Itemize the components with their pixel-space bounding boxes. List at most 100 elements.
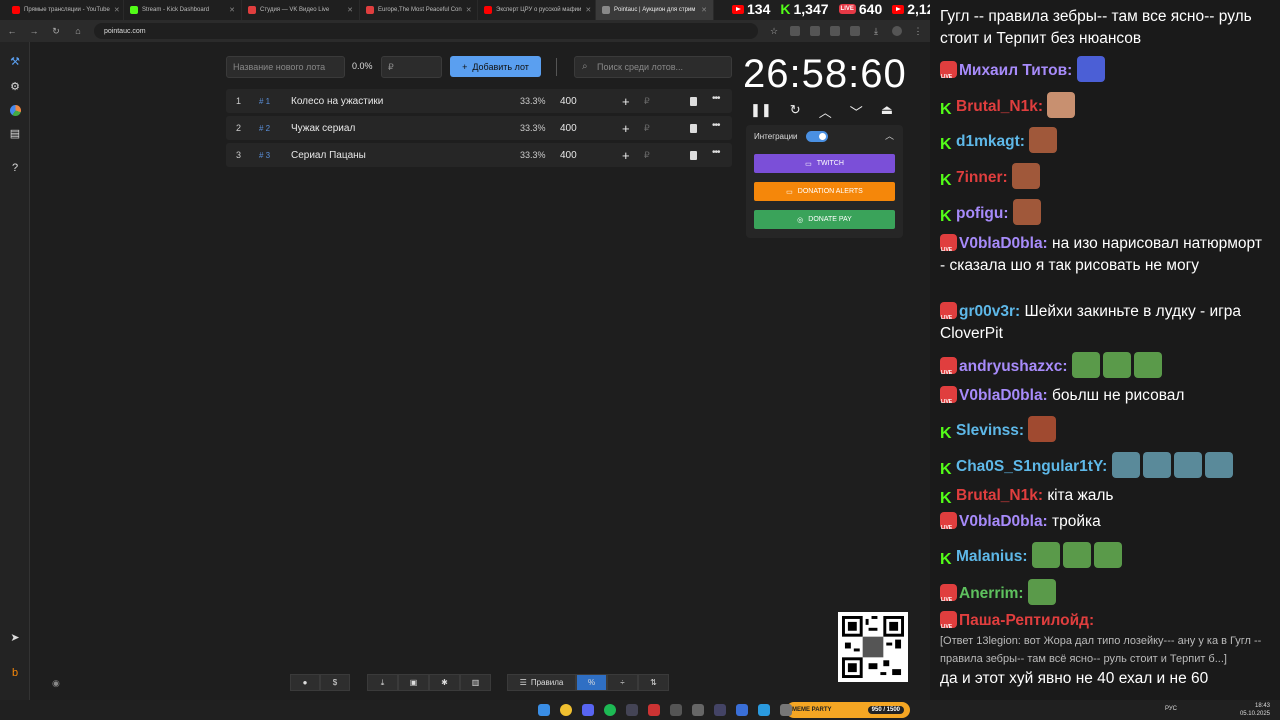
add-amount-button[interactable]: + — [622, 121, 630, 136]
bug-icon[interactable]: ✱ — [429, 674, 460, 691]
chat-message: K Brutal_N1k: кіта жаль — [940, 485, 1270, 507]
home-icon[interactable]: ⌂ — [72, 26, 84, 36]
start-icon[interactable] — [538, 704, 550, 716]
chevron-up-icon[interactable]: ︿ — [819, 102, 832, 121]
kick-icon: K — [940, 551, 952, 568]
delete-all-icon[interactable]: ▥ — [460, 674, 491, 691]
app-icon[interactable] — [736, 704, 748, 716]
chevron-down-icon[interactable]: ﹀ — [850, 102, 863, 121]
reload-icon[interactable]: ↻ — [50, 26, 62, 37]
close-icon[interactable]: ✕ — [585, 6, 591, 14]
more-icon[interactable]: ••• — [712, 120, 720, 131]
back-icon[interactable]: ← — [6, 26, 18, 36]
vk-viewers: LIVE 640 — [838, 1, 882, 17]
more-icon[interactable]: ••• — [712, 147, 720, 158]
twitch-button[interactable]: ▭ TWITCH — [754, 154, 895, 173]
trash-icon[interactable] — [690, 150, 697, 160]
download-icon[interactable]: ⤓ — [870, 26, 882, 37]
close-icon[interactable]: ✕ — [466, 6, 472, 14]
meme-party-label: MEME PARTY — [792, 707, 832, 713]
add-amount-button[interactable]: + — [622, 148, 630, 163]
divide-icon[interactable]: ÷ — [607, 674, 638, 691]
app-icon[interactable] — [670, 704, 682, 716]
discord-icon[interactable] — [582, 704, 594, 716]
save-icon[interactable]: ▣ — [398, 674, 429, 691]
telegram-icon[interactable] — [758, 704, 770, 716]
tab-europe[interactable]: Europe,The Most Peaceful Con ✕ — [360, 0, 478, 20]
pause-icon[interactable]: ❚❚ — [750, 102, 772, 121]
pie-chart-icon[interactable] — [8, 103, 22, 117]
menu-icon[interactable]: ⋮ — [912, 26, 924, 37]
sort-icon[interactable]: ⇅ — [638, 674, 669, 691]
app-icon[interactable] — [714, 704, 726, 716]
tab-kick[interactable]: Stream - Kick Dashboard ✕ — [124, 0, 242, 20]
profile-icon[interactable] — [892, 26, 902, 36]
extension-icon[interactable] — [790, 26, 800, 36]
trash-icon[interactable] — [690, 123, 697, 133]
rules-button[interactable]: ☰ Правила — [507, 674, 576, 691]
lot-name[interactable]: Сериал Пацаны — [291, 150, 366, 161]
lot-amount[interactable]: 400 — [560, 96, 577, 107]
ruble-icon[interactable]: ₽ — [644, 150, 650, 161]
app-icon[interactable] — [692, 704, 704, 716]
lot-name[interactable]: Колесо на ужастики — [291, 96, 383, 107]
tab-label: Pointauc | Аукцион для стрим — [614, 7, 696, 13]
tab-cia-expert[interactable]: Эксперт ЦРУ о русской мафии ✕ — [478, 0, 596, 20]
lot-row[interactable]: 1 # 1 Колесо на ужастики 33.3% 400 + ₽ •… — [226, 89, 732, 113]
lot-row[interactable]: 3 # 3 Сериал Пацаны 33.3% 400 + ₽ ••• — [226, 143, 732, 167]
chrome-icon[interactable] — [560, 704, 572, 716]
download-icon[interactable]: ⤓ — [367, 674, 398, 691]
clock[interactable]: 18:43 05.10.2025 — [1240, 702, 1270, 718]
boosty-icon[interactable]: b — [8, 666, 22, 680]
reset-icon[interactable]: ↻ — [790, 102, 801, 121]
extension-icon[interactable] — [850, 26, 860, 36]
spotify-icon[interactable] — [604, 704, 616, 716]
ruble-icon[interactable]: ₽ — [644, 96, 650, 107]
steam-icon[interactable] — [626, 704, 638, 716]
tab-pointauc[interactable]: Pointauc | Аукцион для стрим ✕ — [596, 0, 714, 20]
donate-icon[interactable]: $ — [320, 674, 350, 691]
close-icon[interactable]: ✕ — [229, 6, 235, 14]
more-icon[interactable]: ••• — [712, 93, 720, 104]
close-icon[interactable]: ✕ — [347, 6, 353, 14]
donation-alerts-button[interactable]: ▭ DONATION ALERTS — [754, 182, 895, 201]
github-icon[interactable]: ● — [290, 674, 320, 691]
help-icon[interactable]: ? — [8, 161, 22, 175]
eject-icon[interactable]: ⏏ — [881, 102, 893, 121]
hammer-icon[interactable]: ⚒ — [8, 54, 22, 68]
new-lot-input[interactable]: Название нового лота — [226, 56, 345, 78]
emote-icon — [1027, 579, 1056, 605]
percent-button[interactable]: % — [576, 674, 607, 691]
language-indicator[interactable]: РУС — [1165, 706, 1177, 712]
add-amount-button[interactable]: + — [622, 94, 630, 109]
app-icon[interactable] — [648, 704, 660, 716]
trash-icon[interactable] — [690, 96, 697, 106]
donate-pay-button[interactable]: ◎ DONATE PAY — [754, 210, 895, 229]
extension-icon[interactable] — [810, 26, 820, 36]
extension-icon[interactable] — [830, 26, 840, 36]
gear-icon[interactable]: ⚙ — [8, 79, 22, 93]
url-field[interactable]: pointauc.com — [94, 23, 758, 39]
telegram-icon[interactable]: ➤ — [8, 630, 22, 644]
close-icon[interactable]: ✕ — [114, 6, 120, 14]
close-icon[interactable]: ✕ — [701, 6, 707, 14]
chevron-up-icon[interactable]: ︿ — [885, 129, 894, 142]
app-icon[interactable] — [780, 704, 792, 716]
amount-input[interactable]: ₽ — [381, 56, 442, 78]
lot-row[interactable]: 2 # 2 Чужак сериал 33.3% 400 + ₽ ••• — [226, 116, 732, 140]
search-input[interactable]: ⌕ Поиск среди лотов... — [574, 56, 732, 78]
ruble-icon[interactable]: ₽ — [644, 123, 650, 134]
eye-icon[interactable]: ◉ — [52, 678, 60, 689]
add-lot-button[interactable]: + Добавить лот — [450, 56, 541, 77]
clipboard-icon[interactable]: ▤ — [8, 126, 22, 140]
lot-name[interactable]: Чужак сериал — [291, 123, 355, 134]
lot-amount[interactable]: 400 — [560, 150, 577, 161]
integrations-toggle[interactable] — [806, 131, 828, 142]
tab-vk-studio[interactable]: Студия — VK Видео Live ✕ — [242, 0, 360, 20]
lot-amount[interactable]: 400 — [560, 123, 577, 134]
lot-percent: 33.3% — [520, 123, 546, 133]
tab-youtube[interactable]: Прямые трансляции - YouTube ✕ — [6, 0, 124, 20]
chat-text: тройка — [1052, 513, 1101, 530]
forward-icon[interactable]: → — [28, 26, 40, 36]
star-icon[interactable]: ☆ — [768, 26, 780, 37]
